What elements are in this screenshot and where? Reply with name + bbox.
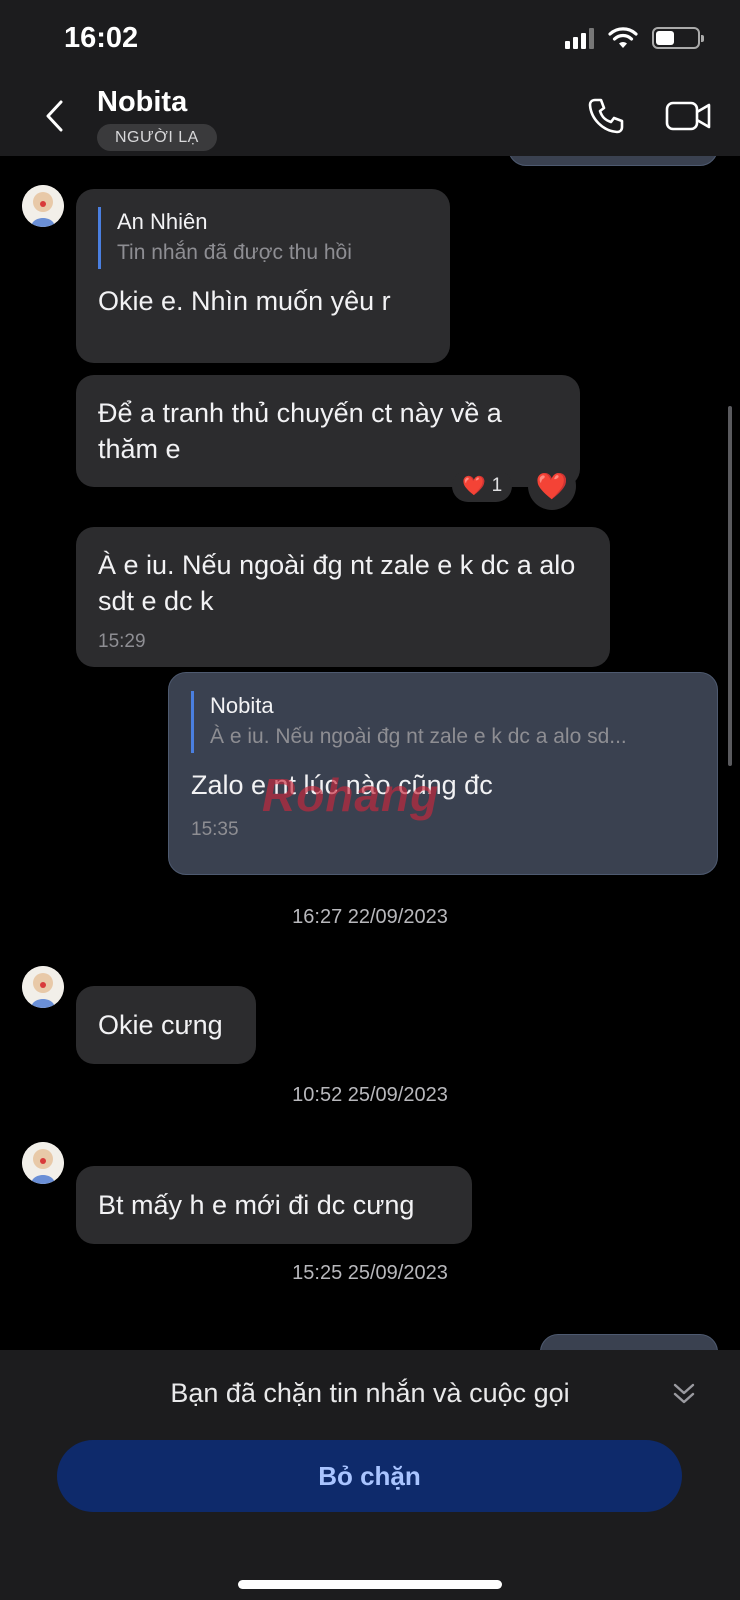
message-text: Okie cưng [98,1010,223,1040]
stranger-badge: NGƯỜI LẠ [97,124,217,151]
react-button[interactable]: ❤️ [528,462,576,510]
avatar[interactable] [22,185,64,227]
message-bubble[interactable]: Okie cưng [76,986,256,1064]
message-time: 15:29 [98,631,146,652]
blocked-panel: Bạn đã chặn tin nhắn và cuộc gọi Bỏ chặn [0,1350,740,1600]
quote-text: À e iu. Nếu ngoài đg nt zale e k dc a al… [210,725,627,748]
video-call-button[interactable] [664,96,712,136]
message-bubble-partial [540,1334,718,1350]
blocked-notice: Bạn đã chặn tin nhắn và cuộc gọi [170,1378,570,1408]
voice-call-button[interactable] [586,96,626,136]
contact-name[interactable]: Nobita [97,86,187,119]
battery-icon [652,27,704,49]
quoted-message[interactable]: Nobita À e iu. Nếu ngoài đg nt zale e k … [191,691,695,753]
chevron-left-icon [46,100,63,132]
date-separator: 15:25 25/09/2023 [292,1262,448,1284]
back-button[interactable] [34,96,74,136]
message-text: Bt mấy h e mới đi dc cưng [98,1190,415,1220]
wifi-icon [608,27,638,48]
message-text: Để a tranh thủ chuyến ct này về a thăm e [98,398,502,464]
reaction-count: 1 [491,475,503,496]
status-bar: 16:02 [0,0,740,80]
quoted-message[interactable]: An Nhiên Tin nhắn đã được thu hồi [98,207,428,269]
message-bubble[interactable]: Để a tranh thủ chuyến ct này về a thăm e [76,375,580,487]
avatar-cartoon-icon [22,185,64,227]
message-bubble[interactable]: À e iu. Nếu ngoài đg nt zale e k dc a al… [76,527,610,667]
avatar-cartoon-icon [22,1142,64,1184]
message-text: Okie e. Nhìn muốn yêu r [98,286,391,316]
status-icons [565,26,704,50]
message-text: À e iu. Nếu ngoài đg nt zale e k dc a al… [98,550,576,616]
phone-icon [588,98,624,134]
message-time: 15:35 [191,819,239,840]
quote-sender: Nobita [210,693,274,718]
message-bubble[interactable]: Bt mấy h e mới đi dc cưng [76,1166,472,1244]
avatar[interactable] [22,966,64,1008]
collapse-button[interactable] [668,1376,700,1412]
video-camera-icon [665,101,711,131]
avatar[interactable] [22,1142,64,1184]
reaction-summary[interactable]: ❤️ 1 [452,470,513,502]
heart-icon: ❤️ [462,476,486,497]
scrollbar[interactable] [728,406,732,766]
home-indicator[interactable] [238,1580,502,1589]
date-separator: 10:52 25/09/2023 [292,1084,448,1106]
battery-level [656,31,674,45]
date-separator: 16:27 22/09/2023 [292,906,448,928]
unblock-button[interactable]: Bỏ chặn [57,1440,682,1512]
avatar-cartoon-icon [22,966,64,1008]
message-bubble[interactable]: An Nhiên Tin nhắn đã được thu hồi Okie e… [76,189,450,363]
message-bubble-partial [508,156,718,166]
cellular-signal-icon [565,27,594,49]
message-list[interactable]: An Nhiên Tin nhắn đã được thu hồi Okie e… [0,156,740,1350]
quote-text: Tin nhắn đã được thu hồi [117,241,352,264]
double-chevron-down-icon [673,1383,695,1404]
message-bubble-outgoing[interactable]: Nobita À e iu. Nếu ngoài đg nt zale e k … [168,672,718,875]
status-time: 16:02 [64,22,139,54]
quote-sender: An Nhiên [117,209,208,234]
message-text: Zalo e nt lúc nào cũng đc [191,770,493,800]
chat-header: Nobita NGƯỜI LẠ [0,80,740,156]
heart-icon: ❤️ [535,470,569,501]
